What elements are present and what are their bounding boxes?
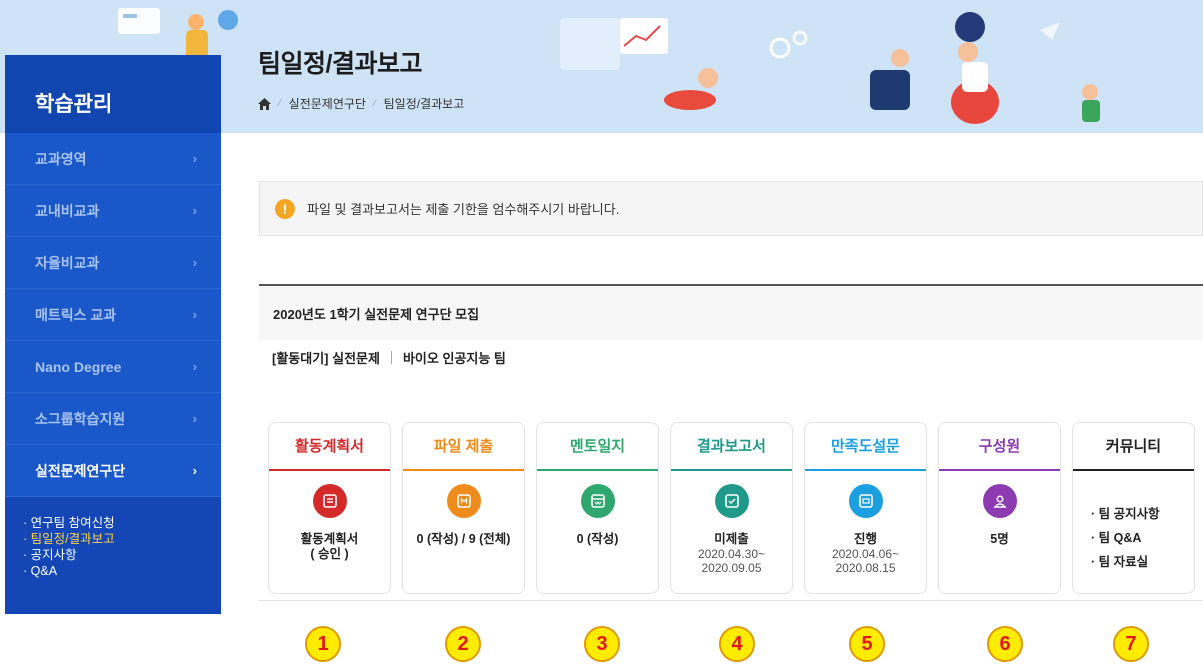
sidebar-item-label: 소그룹학습지원 xyxy=(35,410,126,427)
card-mentor-log[interactable]: 멘토일지 0 (작성) xyxy=(536,422,659,594)
chevron-right-icon: › xyxy=(192,463,197,478)
card-status: ( 승인 ) xyxy=(310,547,349,561)
breadcrumb-separator: ⁄ xyxy=(373,98,376,109)
submenu-item[interactable]: · Q&A xyxy=(23,563,221,579)
sidebar-heading: 학습관리 xyxy=(5,55,221,133)
chevron-right-icon: › xyxy=(192,255,197,270)
community-link[interactable]: · 팀 Q&A xyxy=(1091,526,1194,550)
sidebar: 학습관리 교과영역 › 교내비교과 › 자율비교과 › 매트릭스 교과 › Na… xyxy=(5,55,221,614)
team-info: [활동대기] 실전문제 바이오 인공지능 팀 xyxy=(272,348,506,367)
card-value: 0 (작성) / 9 (전체) xyxy=(416,532,511,546)
breadcrumb: ⁄ 실전문제연구단 ⁄ 팀일정/결과보고 xyxy=(258,95,464,112)
card-title: 결과보고서 xyxy=(671,423,792,471)
sidebar-item[interactable]: 소그룹학습지원 › xyxy=(5,393,221,445)
card-result-report[interactable]: 결과보고서 미제출 2020.04.30~ 2020.09.05 xyxy=(670,422,793,594)
number-marker: 1 xyxy=(305,626,341,662)
submenu-item-current[interactable]: · 팀일정/결과보고 xyxy=(23,531,221,547)
card-date-start: 2020.04.30~ xyxy=(697,547,766,561)
page-title: 팀일정/결과보고 xyxy=(258,50,422,78)
number-marker: 3 xyxy=(584,626,620,662)
sidebar-item-label: Nano Degree xyxy=(35,358,122,375)
number-marker: 7 xyxy=(1113,626,1149,662)
card-value: 5명 xyxy=(990,532,1009,546)
team-status: [활동대기] 실전문제 xyxy=(272,351,380,366)
chevron-right-icon: › xyxy=(192,151,197,166)
community-link[interactable]: · 팀 공지사항 xyxy=(1091,502,1194,526)
sidebar-item[interactable]: 매트릭스 교과 › xyxy=(5,289,221,341)
community-link[interactable]: · 팀 자료실 xyxy=(1091,550,1194,574)
community-links: · 팀 공지사항 · 팀 Q&A · 팀 자료실 xyxy=(1073,502,1194,574)
user-icon xyxy=(982,484,1017,518)
card-activity-plan[interactable]: 활동계획서 활동계획서 ( 승인 ) xyxy=(268,422,391,594)
breadcrumb-item-current: 팀일정/결과보고 xyxy=(383,97,465,111)
card-date-end: 2020.09.05 xyxy=(701,561,762,575)
sidebar-item-label: 자율비교과 xyxy=(35,254,100,271)
number-marker: 5 xyxy=(849,626,885,662)
breadcrumb-item[interactable]: 실전문제연구단 xyxy=(289,95,366,112)
sidebar-item-label: 매트릭스 교과 xyxy=(35,306,117,323)
report-check-icon xyxy=(714,484,749,518)
number-marker: 2 xyxy=(445,626,481,662)
file-icon xyxy=(446,484,481,518)
card-title: 만족도설문 xyxy=(805,423,926,471)
card-community: 커뮤니티 · 팀 공지사항 · 팀 Q&A · 팀 자료실 xyxy=(1072,422,1195,594)
card-value: 진행 xyxy=(853,532,877,546)
divider-line xyxy=(259,600,1203,601)
chevron-right-icon: › xyxy=(192,411,197,426)
journal-icon xyxy=(580,484,615,518)
sidebar-item[interactable]: Nano Degree › xyxy=(5,341,221,393)
sidebar-item[interactable]: 교내비교과 › xyxy=(5,185,221,237)
warning-icon: ! xyxy=(275,198,295,219)
submenu-item[interactable]: · 연구팀 참여신청 xyxy=(23,515,221,531)
notice-box: ! 파일 및 결과보고서는 제출 기한을 엄수해주시기 바랍니다. xyxy=(259,181,1203,236)
recruit-title-bar: 2020년도 1학기 실전문제 연구단 모집 xyxy=(259,284,1203,340)
submenu-item[interactable]: · 공지사항 xyxy=(23,547,221,563)
sidebar-item[interactable]: 자율비교과 › xyxy=(5,237,221,289)
card-value: 미제출 xyxy=(714,532,749,546)
chevron-right-icon: › xyxy=(192,307,197,322)
card-value: 0 (작성) xyxy=(576,532,619,546)
survey-icon xyxy=(848,484,883,518)
recruit-title: 2020년도 1학기 실전문제 연구단 모집 xyxy=(273,306,480,322)
document-icon xyxy=(312,484,347,518)
team-name: 바이오 인공지능 팀 xyxy=(402,351,506,366)
chevron-right-icon: › xyxy=(192,359,197,374)
sidebar-item-active[interactable]: 실전문제연구단 › xyxy=(5,445,221,497)
notice-text: 파일 및 결과보고서는 제출 기한을 엄수해주시기 바랍니다. xyxy=(307,202,620,217)
number-marker: 6 xyxy=(987,626,1023,662)
sidebar-item-label: 교과영역 xyxy=(35,150,87,167)
chevron-right-icon: › xyxy=(192,203,197,218)
card-date-start: 2020.04.06~ xyxy=(831,547,900,561)
home-icon[interactable] xyxy=(258,97,271,110)
card-survey[interactable]: 만족도설문 진행 2020.04.06~ 2020.08.15 xyxy=(804,422,927,594)
card-value: 활동계획서 xyxy=(300,532,359,546)
card-title: 활동계획서 xyxy=(269,423,390,471)
card-date-end: 2020.08.15 xyxy=(835,561,896,575)
card-file-submit[interactable]: 파일 제출 0 (작성) / 9 (전체) xyxy=(402,422,525,594)
card-title: 구성원 xyxy=(939,423,1060,471)
sidebar-submenu: · 연구팀 참여신청 · 팀일정/결과보고 · 공지사항 · Q&A xyxy=(5,497,221,614)
card-title: 멘토일지 xyxy=(537,423,658,471)
number-marker: 4 xyxy=(719,626,755,662)
sidebar-item[interactable]: 교과영역 › xyxy=(5,133,221,185)
sidebar-item-label: 실전문제연구단 xyxy=(35,462,126,479)
sidebar-item-label: 교내비교과 xyxy=(35,202,100,219)
card-members[interactable]: 구성원 5명 xyxy=(938,422,1061,594)
divider xyxy=(390,351,392,364)
card-title: 파일 제출 xyxy=(403,423,524,471)
card-title: 커뮤니티 xyxy=(1073,423,1194,471)
breadcrumb-separator: ⁄ xyxy=(279,98,281,109)
